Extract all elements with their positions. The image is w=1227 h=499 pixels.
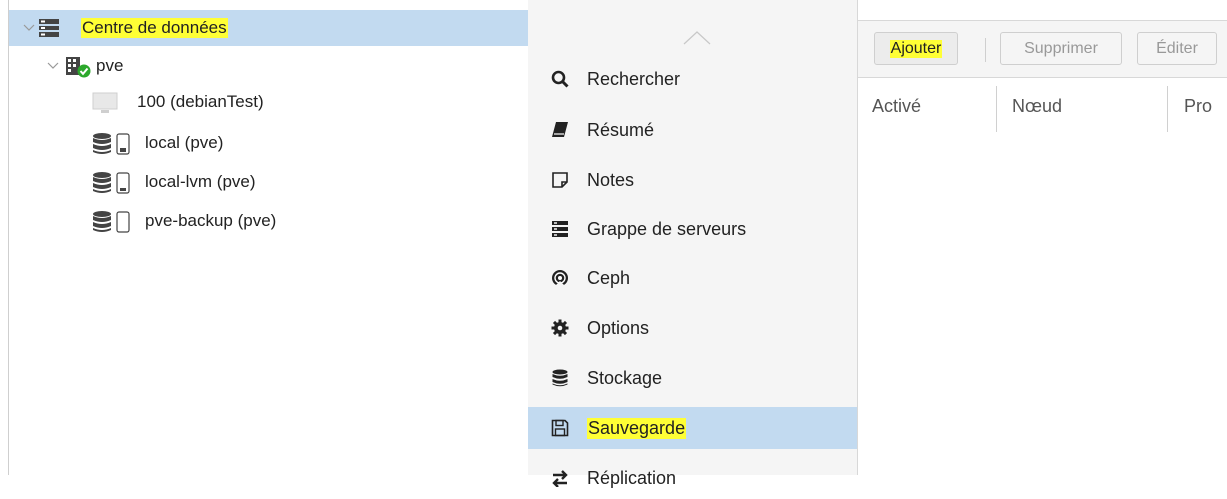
storage-icon <box>92 210 138 234</box>
menu-item-notes[interactable]: Notes <box>528 159 857 201</box>
column-separator[interactable] <box>996 86 997 132</box>
tree-node-label: 100 (debianTest) <box>137 92 264 111</box>
search-icon <box>550 69 570 89</box>
resource-tree: Centre de données pve 100 (debianTest) l… <box>0 0 528 475</box>
column-header-pro[interactable]: Pro <box>1184 78 1227 134</box>
add-button[interactable]: Ajouter <box>874 32 958 65</box>
menu-item-storage[interactable]: Stockage <box>528 357 857 399</box>
menu-item-backup[interactable]: Sauvegarde <box>528 407 857 449</box>
menu-item-label: Rechercher <box>587 68 681 89</box>
column-header-label: Pro <box>1184 95 1213 116</box>
toolbar-separator <box>985 38 986 62</box>
grid-header: Activé Nœud Pro <box>858 78 1227 134</box>
chevron-down-icon[interactable] <box>22 21 36 35</box>
column-header-label: Activé <box>872 95 922 116</box>
column-header-node[interactable]: Nœud <box>1012 78 1162 134</box>
menu-item-cluster[interactable]: Grappe de serveurs <box>528 208 857 250</box>
node-online-icon <box>65 55 91 79</box>
menu-item-label: Sauvegarde <box>587 417 687 439</box>
tree-node-pve[interactable]: pve <box>9 48 528 84</box>
tree-node-storage-local[interactable]: local (pve) <box>9 125 528 161</box>
delete-button-label: Supprimer <box>1024 39 1098 57</box>
toolbar: Ajouter Supprimer Éditer <box>858 20 1227 78</box>
tree-node-label: local (pve) <box>145 133 224 152</box>
tree-node-label: Centre de données <box>81 18 228 38</box>
chevron-down-icon[interactable] <box>46 59 60 73</box>
config-menu: Rechercher Résumé Notes Grappe de serveu… <box>528 0 858 488</box>
column-separator[interactable] <box>1167 86 1168 132</box>
tree-node-label: pve <box>96 56 124 75</box>
menu-item-search[interactable]: Rechercher <box>528 58 857 100</box>
replication-icon <box>550 468 570 488</box>
menu-item-summary[interactable]: Résumé <box>528 109 857 151</box>
menu-item-ceph[interactable]: Ceph <box>528 257 857 299</box>
menu-item-label: Notes <box>587 169 635 190</box>
server-stack-icon <box>38 18 60 38</box>
menu-item-options[interactable]: Options <box>528 307 857 349</box>
menu-item-label: Stockage <box>587 367 663 388</box>
menu-item-label: Options <box>587 317 650 338</box>
storage-icon <box>92 171 138 195</box>
menu-item-label: Réplication <box>587 467 677 488</box>
tree-node-datacenter[interactable]: Centre de données <box>9 10 528 46</box>
tree-node-label: local-lvm (pve) <box>145 172 256 191</box>
column-header-enabled[interactable]: Activé <box>872 78 992 134</box>
tree-node-label: pve-backup (pve) <box>145 211 277 230</box>
tree-node-storage-local-lvm[interactable]: local-lvm (pve) <box>9 164 528 200</box>
tree-node-storage-pve-backup[interactable]: pve-backup (pve) <box>9 203 528 239</box>
monitor-icon <box>92 92 118 114</box>
tree-node-vm[interactable]: 100 (debianTest) <box>9 84 528 120</box>
add-button-label: Ajouter <box>889 39 943 58</box>
menu-item-label: Résumé <box>587 119 655 140</box>
delete-button[interactable]: Supprimer <box>1000 32 1122 65</box>
backup-panel: Ajouter Supprimer Éditer Activé Nœud Pro <box>858 0 1227 475</box>
notes-icon <box>550 170 570 190</box>
book-icon <box>550 120 570 140</box>
menu-item-label: Ceph <box>587 267 631 288</box>
gear-icon <box>550 318 570 338</box>
edit-button[interactable]: Éditer <box>1137 32 1217 65</box>
menu-item-replication[interactable]: Réplication <box>528 457 857 499</box>
ceph-icon <box>550 268 570 288</box>
storage-icon <box>92 132 138 156</box>
scroll-up-icon[interactable] <box>682 30 712 46</box>
column-header-label: Nœud <box>1012 95 1063 116</box>
menu-item-label: Grappe de serveurs <box>587 218 747 239</box>
edit-button-label: Éditer <box>1156 39 1198 57</box>
database-icon <box>550 368 570 388</box>
floppy-icon <box>550 418 570 438</box>
server-stack-icon <box>550 219 570 239</box>
